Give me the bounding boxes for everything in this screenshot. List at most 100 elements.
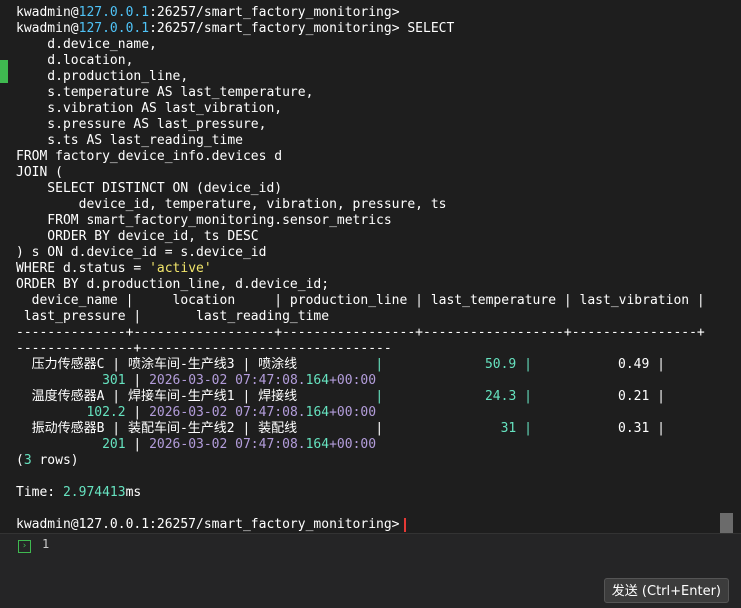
terminal-text-segment: ORDER BY device_id, ts DESC xyxy=(16,229,259,244)
terminal-text-segment: :26257/smart_factory_monitoring> xyxy=(149,5,400,20)
terminal-line: 301 | 2026-03-02 07:47:08.164+00:00 xyxy=(16,373,741,389)
terminal-text-segment: | xyxy=(516,421,532,436)
terminal-text-segment: kwadmin@127.0.0.1:26257/smart_factory_mo… xyxy=(16,517,400,532)
terminal-text-segment: | xyxy=(125,405,150,420)
terminal-line: ORDER BY device_id, ts DESC xyxy=(16,229,741,245)
terminal-line: device_name | location | production_line… xyxy=(16,293,741,309)
terminal-lines: kwadmin@127.0.0.1:26257/smart_factory_mo… xyxy=(16,5,741,533)
terminal-text-segment: kwadmin@ xyxy=(16,21,79,36)
terminal-text-segment: ---------------+------------------------… xyxy=(16,341,392,356)
terminal-text-segment: ms xyxy=(125,485,142,500)
terminal-line: 201 | 2026-03-02 07:47:08.164+00:00 xyxy=(16,437,741,453)
terminal-text-segment: 2026-03-02 07:47:08. xyxy=(149,437,306,452)
terminal-text-segment: 201 xyxy=(102,437,126,452)
terminal-line: s.pressure AS last_pressure, xyxy=(16,117,741,133)
input-line-number: 1 xyxy=(42,537,50,551)
terminal-text-segment: +00:00 xyxy=(329,437,377,452)
terminal-line: (3 rows) xyxy=(16,453,741,469)
terminal-line: SELECT DISTINCT ON (device_id) xyxy=(16,181,741,197)
terminal-text-segment: 164 xyxy=(305,373,330,388)
terminal-text-segment: ) s ON d.device_id = s.device_id xyxy=(16,245,267,260)
terminal-text-segment: s.pressure AS last_pressure, xyxy=(16,117,267,132)
terminal-text-segment: 温度传感器A | 焊接车间-生产线1 | 焊接线 xyxy=(16,389,376,404)
terminal-line: d.location, xyxy=(16,53,741,69)
terminal-text-segment: device_name | location | production_line… xyxy=(16,293,705,308)
terminal-text-segment: 301 xyxy=(102,373,126,388)
terminal-text-segment: --------------+------------------+------… xyxy=(16,325,705,340)
terminal-text-segment: ORDER BY d.production_line, d.device_id; xyxy=(16,277,330,292)
terminal-line: d.device_name, xyxy=(16,37,741,53)
terminal-text-segment: .9 xyxy=(500,357,517,372)
terminal-text-segment: s.ts AS last_reading_time xyxy=(16,133,243,148)
terminal-line: JOIN ( xyxy=(16,165,741,181)
terminal-line: 温度传感器A | 焊接车间-生产线1 | 焊接线 | 24.3 | 0.21 | xyxy=(16,389,741,405)
terminal-line: kwadmin@127.0.0.1:26257/smart_factory_mo… xyxy=(16,517,741,533)
terminal-text-segment: 2.974413 xyxy=(62,485,126,500)
terminal-text-segment: d.location, xyxy=(16,53,134,68)
terminal-line: 压力传感器C | 喷涂车间-生产线3 | 喷涂线 | 50.9 | 0.49 | xyxy=(16,357,741,373)
terminal-text-segment: kwadmin@ xyxy=(16,5,79,20)
terminal-text-segment: | xyxy=(125,373,150,388)
terminal-text-segment: FROM factory_device_info.devices d xyxy=(16,149,283,164)
terminal-line: s.vibration AS last_vibration, xyxy=(16,101,741,117)
terminal-line: Time: 2.974413ms xyxy=(16,485,741,501)
terminal-text-segment: +00:00 xyxy=(329,373,377,388)
terminal-line: 振动传感器B | 装配车间-生产线2 | 装配线 | 31 | 0.31 | xyxy=(16,421,741,437)
terminal-line: last_pressure | last_reading_time xyxy=(16,309,741,325)
terminal-text-segment: 50 xyxy=(383,357,501,372)
terminal-text-segment: 0.31 | xyxy=(531,421,665,436)
terminal-line: --------------+------------------+------… xyxy=(16,325,741,341)
terminal-line: ) s ON d.device_id = s.device_id xyxy=(16,245,741,261)
terminal-text-segment: last_pressure | last_reading_time xyxy=(16,309,330,324)
terminal-text-segment: WHERE d.status = xyxy=(16,261,150,276)
active-line-marker xyxy=(0,60,8,83)
text-cursor xyxy=(403,517,406,532)
terminal-text-segment: 0.21 | xyxy=(531,389,665,404)
terminal-text-segment: 31 xyxy=(383,421,517,436)
terminal-line: device_id, temperature, vibration, press… xyxy=(16,197,741,213)
terminal-text-segment: 24. xyxy=(383,389,509,404)
terminal-output[interactable]: kwadmin@127.0.0.1:26257/smart_factory_mo… xyxy=(0,0,741,533)
terminal-line: d.production_line, xyxy=(16,69,741,85)
terminal-line: WHERE d.status = 'active' xyxy=(16,261,741,277)
scrollbar-thumb[interactable] xyxy=(720,513,733,533)
terminal-line: ORDER BY d.production_line, d.device_id; xyxy=(16,277,741,293)
terminal-text-segment: Time: xyxy=(16,485,63,500)
terminal-text-segment: | xyxy=(516,357,532,372)
terminal-text-segment: 2026-03-02 07:47:08. xyxy=(149,373,306,388)
terminal-line: ---------------+------------------------… xyxy=(16,341,741,357)
terminal-text-segment: s.vibration AS last_vibration, xyxy=(16,101,283,116)
terminal-text-segment: | xyxy=(516,389,532,404)
terminal-text-segment: | xyxy=(125,437,150,452)
terminal-line: s.ts AS last_reading_time xyxy=(16,133,741,149)
terminal-text-segment: 127.0.0.1 xyxy=(78,21,150,36)
terminal-text-segment: 振动传感器B | 装配车间-生产线2 | 装配线 | xyxy=(16,421,384,436)
terminal-text-segment: 'active' xyxy=(149,261,212,276)
query-input-area[interactable]: › 1 发送 (Ctrl+Enter) xyxy=(0,533,741,608)
terminal-text-segment: 压力传感器C | 喷涂车间-生产线3 | 喷涂线 xyxy=(16,357,376,372)
terminal-text-segment: JOIN ( xyxy=(16,165,63,180)
terminal-line: 102.2 | 2026-03-02 07:47:08.164+00:00 xyxy=(16,405,741,421)
terminal-text-segment: 3 xyxy=(23,453,32,468)
terminal-line: kwadmin@127.0.0.1:26257/smart_factory_mo… xyxy=(16,5,741,21)
terminal-text-segment: 164 xyxy=(305,405,330,420)
terminal-text-segment: 2026-03-02 07:47:08. xyxy=(149,405,306,420)
terminal-line: kwadmin@127.0.0.1:26257/smart_factory_mo… xyxy=(16,21,741,37)
terminal-text-segment: 164 xyxy=(305,437,330,452)
terminal-text-segment: +00:00 xyxy=(329,405,377,420)
terminal-text-segment: rows) xyxy=(31,453,79,468)
terminal-text-segment: d.production_line, xyxy=(16,69,189,84)
terminal-text-segment: device_id, temperature, vibration, press… xyxy=(16,197,447,212)
terminal-text-segment: d.device_name, xyxy=(16,37,157,52)
send-button[interactable]: 发送 (Ctrl+Enter) xyxy=(603,578,729,603)
terminal-line: FROM smart_factory_monitoring.sensor_met… xyxy=(16,213,741,229)
terminal-text-segment: ( xyxy=(16,453,24,468)
terminal-line: FROM factory_device_info.devices d xyxy=(16,149,741,165)
terminal-prompt-icon: › xyxy=(18,540,31,553)
terminal-text-segment: 127.0.0.1 xyxy=(78,5,150,20)
terminal-text-segment: 102.2 xyxy=(86,405,126,420)
